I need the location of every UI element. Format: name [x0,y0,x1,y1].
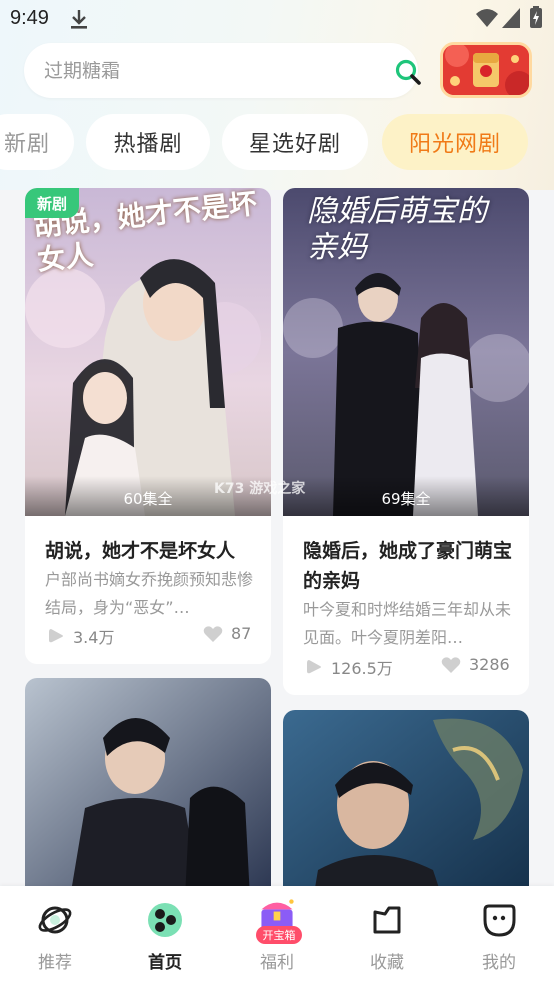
tab-label: 热播剧 [113,132,183,157]
play-count: 3.4万 [47,624,114,648]
like-count[interactable]: 3286 [441,655,510,674]
search-input[interactable] [44,57,364,85]
episode-count-text: 69集全 [381,490,431,508]
red-envelope-icon [443,45,529,95]
status-time: 9:49 [10,7,49,29]
nav-label: 福利 [260,953,294,973]
tab-label: 新剧 [3,132,50,157]
drama-cover[interactable] [25,678,271,898]
planet-icon [38,906,72,934]
cover-image [25,678,271,898]
signal-icon [502,8,520,28]
tab-label: 阳光网剧 [408,132,501,157]
wifi-icon [476,9,498,27]
battery-icon [530,6,542,28]
like-count-text: 3286 [469,655,510,674]
heart-icon [203,625,223,642]
nav-label: 我的 [482,953,516,973]
watermark: K73 游戏之家 [214,481,306,497]
episode-count: 69集全 [283,476,529,516]
drama-title[interactable]: 隐婚后，她成了豪门萌宝的亲妈 [303,536,513,596]
nav-label: 首页 [148,953,182,973]
episode-count-text: 60集全 [123,490,173,508]
status-bar: 9:49 [0,0,554,36]
nav-badge: 开宝箱 [256,926,302,944]
tab-label: 星选好剧 [248,132,341,157]
cover-title-text: 隐婚后萌宝的亲妈 [307,194,487,265]
play-icon [307,660,321,674]
play-count-text: 126.5万 [331,659,393,678]
drama-cover[interactable]: 胡说，她才不是坏女人 新剧 60集全 [25,188,271,516]
home-dots-icon [148,903,182,937]
nav-label: 推荐 [38,953,72,973]
play-icon [49,629,63,643]
like-count[interactable]: 87 [203,624,251,643]
nav-welfare[interactable]: 开宝箱 福利 [222,886,332,984]
bookmark-folder-icon [373,906,401,934]
like-count-text: 87 [231,624,252,643]
new-badge: 新剧 [25,188,79,218]
drama-title[interactable]: 胡说，她才不是坏女人 [45,536,255,566]
drama-card[interactable]: 胡说，她才不是坏女人 新剧 60集全 胡说，她才不是坏女人 户部尚书嫡女乔挽颜预… [25,188,271,664]
bottom-nav: 推荐 首页 开宝箱 福利 收藏 我的 [0,886,554,984]
nav-home[interactable]: 首页 [110,886,220,984]
tab-star-picks[interactable]: 星选好剧 [222,114,368,170]
drama-description: 叶今夏和时烨结婚三年却从未见面。叶今夏阴差阳… [303,600,512,647]
play-count-text: 3.4万 [73,628,115,647]
drama-card[interactable]: 隐婚后萌宝的亲妈 69集全 隐婚后，她成了豪门萌宝的亲妈 叶今夏和时烨结婚三年却… [283,188,529,695]
drama-cover[interactable] [283,710,529,900]
tab-new[interactable]: 新剧 [0,114,74,170]
download-icon [71,10,87,29]
drama-card[interactable] [283,710,529,900]
cover-image [283,710,529,900]
heart-icon [441,656,461,673]
search-bar[interactable] [24,43,421,98]
profile-icon [483,904,516,937]
play-count: 126.5万 [305,655,393,679]
gift-banner[interactable] [440,42,532,98]
drama-cover[interactable]: 隐婚后萌宝的亲妈 69集全 [283,188,529,516]
nav-profile[interactable]: 我的 [444,886,554,984]
tab-sunshine[interactable]: 阳光网剧 [382,114,528,170]
nav-favorites[interactable]: 收藏 [332,886,442,984]
tab-hot[interactable]: 热播剧 [86,114,210,170]
drama-card[interactable] [25,678,271,898]
search-icon[interactable] [394,58,422,86]
drama-description: 户部尚书嫡女乔挽颜预知悲惨结局，身为“恶女”… [45,570,254,617]
nav-recommend[interactable]: 推荐 [0,886,110,984]
nav-label: 收藏 [370,953,404,973]
